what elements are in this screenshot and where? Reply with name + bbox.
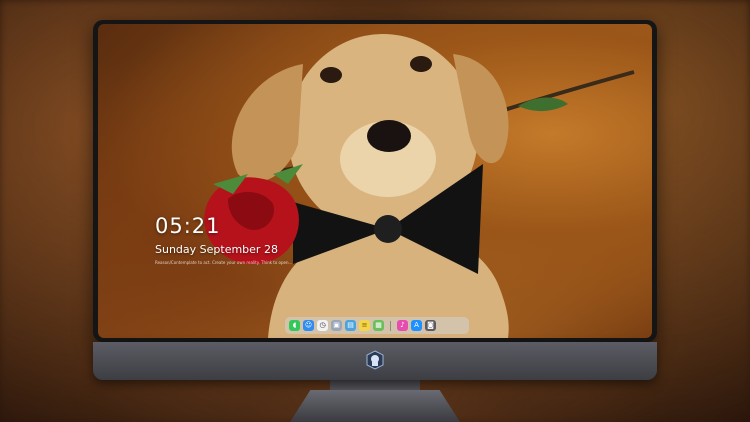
monitor: 05:21 Sunday September 28 Reason/Contemp… xyxy=(93,20,657,382)
monitor-chin xyxy=(93,342,657,380)
dock-camera-icon[interactable]: ◙ xyxy=(425,320,436,331)
lockscreen-date: Sunday September 28 xyxy=(155,243,278,256)
dock-app-store-icon[interactable]: A xyxy=(411,320,422,331)
wallpaper-puppy-image xyxy=(204,34,635,338)
dock-preview-icon[interactable]: ▣ xyxy=(331,320,342,331)
dock-photos-icon[interactable]: ▦ xyxy=(373,320,384,331)
dock-videos-icon[interactable]: ▤ xyxy=(345,320,356,331)
brand-logo-icon xyxy=(366,350,384,370)
dock-notes-icon[interactable]: ≡ xyxy=(359,320,370,331)
monitor-bezel: 05:21 Sunday September 28 Reason/Contemp… xyxy=(93,20,657,342)
dock-separator xyxy=(390,320,391,331)
lockscreen-quote: Reason/Contemplate to act. Create your o… xyxy=(155,260,293,265)
dock: ◖ ☺ ◷ ▣ ▤ ≡ ▦ ♪ A ◙ xyxy=(285,317,469,334)
monitor-stand-base xyxy=(290,390,460,422)
dock-messages-icon[interactable]: ◖ xyxy=(289,320,300,331)
dock-finder-icon[interactable]: ☺ xyxy=(303,320,314,331)
dock-music-icon[interactable]: ♪ xyxy=(397,320,408,331)
dock-clock-icon[interactable]: ◷ xyxy=(317,320,328,331)
screen: 05:21 Sunday September 28 Reason/Contemp… xyxy=(98,24,652,338)
lockscreen-clock: 05:21 xyxy=(155,214,221,238)
